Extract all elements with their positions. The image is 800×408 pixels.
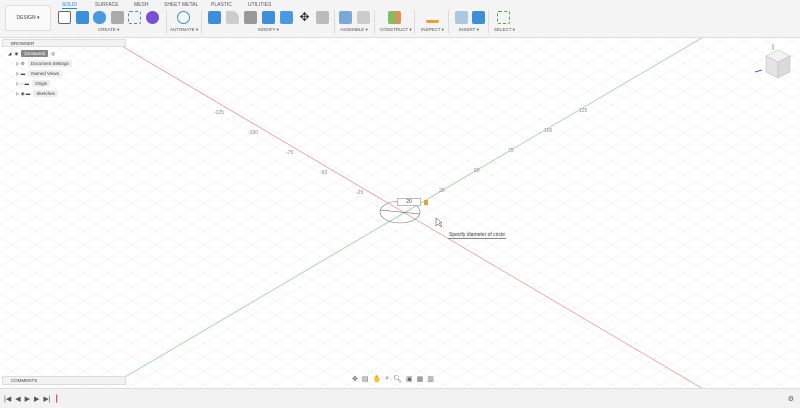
item-label: Document Settings <box>27 60 72 67</box>
timeline: |◀ ◀ ▶ ▶ ▶| ┃ ⚙ <box>0 388 800 408</box>
browser-item-sketches[interactable]: ▷ ◉ ▬ Sketches <box>16 90 58 97</box>
construct-plane-icon[interactable] <box>388 11 401 24</box>
construct-menu[interactable]: CONSTRUCT ▾ <box>380 27 412 33</box>
browser-item-origin[interactable]: ▷ ◌ ▬ Origin <box>16 80 51 87</box>
hole-icon[interactable] <box>111 11 124 24</box>
item-label: Sketches <box>33 90 58 97</box>
select-menu[interactable]: SELECT ▾ <box>494 27 515 33</box>
timeline-back-button[interactable]: ◀ <box>15 395 20 403</box>
measure-icon[interactable] <box>426 15 439 23</box>
orbit-icon[interactable]: ✥ <box>352 375 358 383</box>
y-axis-label: 125 <box>579 108 588 114</box>
x-axis-label: -125 <box>214 110 224 116</box>
browser-panel-header[interactable]: BROWSER <box>2 39 126 47</box>
split-icon[interactable] <box>316 11 329 24</box>
press-pull-icon[interactable] <box>208 11 221 24</box>
diameter-input[interactable]: 20 <box>397 198 421 206</box>
tab-plastic[interactable]: PLASTIC <box>211 2 232 8</box>
browser-item-named-views[interactable]: ▷ ▬ Named Views <box>16 70 62 77</box>
tab-utilities[interactable]: UTILITIES <box>248 2 271 8</box>
insert-derive-icon[interactable] <box>455 11 468 24</box>
root-label: (Unsaved) <box>21 50 49 57</box>
timeline-marker[interactable]: ┃ <box>55 395 59 403</box>
y-axis-label: 100 <box>544 128 553 134</box>
assemble-menu[interactable]: ASSEMBLE ▾ <box>340 27 368 33</box>
tooltip: Specify diameter of circle <box>448 232 506 239</box>
move-icon[interactable]: ✥ <box>298 11 311 24</box>
modify-menu[interactable]: MODIFY ▾ <box>258 27 279 33</box>
x-axis-label: -100 <box>248 130 258 136</box>
x-axis-label: -25 <box>356 190 363 196</box>
item-label: Named Views <box>28 70 62 77</box>
grid <box>0 38 800 388</box>
zoom-icon[interactable]: 🔍︎ <box>393 375 402 383</box>
timeline-start-button[interactable]: |◀ <box>4 395 11 403</box>
browser-title: BROWSER <box>11 41 35 46</box>
browser-item-document-settings[interactable]: ▷ ⚙ Document Settings <box>16 60 72 67</box>
create-menu[interactable]: CREATE ▾ <box>98 27 119 33</box>
comments-panel-header[interactable]: COMMENTS <box>2 376 126 385</box>
x-axis-label: -50 <box>320 170 327 176</box>
tab-solid[interactable]: SOLID <box>62 2 78 9</box>
lock-icon[interactable] <box>424 200 428 205</box>
extrude-icon[interactable] <box>76 11 89 24</box>
toolbar: DESIGN ▾ SOLID SURFACE MESH SHEET METAL … <box>0 0 800 38</box>
tab-surface[interactable]: SURFACE <box>95 2 119 8</box>
item-label: Origin <box>32 80 51 87</box>
joint-icon[interactable] <box>357 11 370 24</box>
viewports-icon[interactable]: ▥ <box>427 375 434 383</box>
form-icon[interactable] <box>146 11 159 24</box>
timeline-settings-icon[interactable]: ⚙ <box>788 395 794 403</box>
target-icon[interactable]: ◎ <box>51 51 55 57</box>
insert-image-icon[interactable] <box>472 11 485 24</box>
select-icon[interactable] <box>497 11 510 24</box>
revolve-icon[interactable] <box>93 11 106 24</box>
zoom-window-icon[interactable]: ⌕ <box>385 375 389 383</box>
chamfer-icon[interactable] <box>244 11 257 24</box>
create-sketch-icon[interactable] <box>58 11 71 24</box>
fillet-icon[interactable] <box>226 11 239 24</box>
workspace-switcher[interactable]: DESIGN ▾ <box>5 5 51 31</box>
timeline-play-button[interactable]: ▶ <box>25 395 30 403</box>
eye-icon[interactable]: ◉ <box>14 51 18 57</box>
browser-root[interactable]: ◢ ◉ (Unsaved) ◎ <box>8 50 55 57</box>
shell-icon[interactable] <box>262 11 275 24</box>
look-at-icon[interactable]: ▤ <box>362 375 369 383</box>
canvas-viewport[interactable]: -125 -100 -75 -50 -25 25 50 75 100 125 <box>0 38 800 388</box>
insert-menu[interactable]: INSERT ▾ <box>459 27 479 33</box>
y-axis-label: 75 <box>508 148 514 154</box>
navigation-bar: ✥ ▤ ✋ ⌕ 🔍︎ ▣ ▦ ▥ <box>352 375 434 383</box>
automate-icon[interactable] <box>177 11 190 24</box>
new-component-icon[interactable] <box>339 11 352 24</box>
comments-title: COMMENTS <box>11 378 38 383</box>
tab-mesh[interactable]: MESH <box>134 2 148 8</box>
timeline-forward-button[interactable]: ▶ <box>34 395 39 403</box>
display-settings-icon[interactable]: ▣ <box>406 375 413 383</box>
tab-sheet-metal[interactable]: SHEET METAL <box>164 2 198 8</box>
pattern-icon[interactable] <box>128 11 141 24</box>
y-axis-label: 50 <box>474 168 480 174</box>
timeline-end-button[interactable]: ▶| <box>43 395 50 403</box>
automate-menu[interactable]: AUTOMATE ▾ <box>170 27 198 33</box>
combine-icon[interactable] <box>280 11 293 24</box>
y-axis-label: 25 <box>439 188 445 194</box>
pan-icon[interactable]: ✋ <box>373 375 382 383</box>
x-axis-label: -75 <box>286 150 293 156</box>
inspect-menu[interactable]: INSPECT ▾ <box>421 27 444 33</box>
grid-settings-icon[interactable]: ▦ <box>417 375 424 383</box>
